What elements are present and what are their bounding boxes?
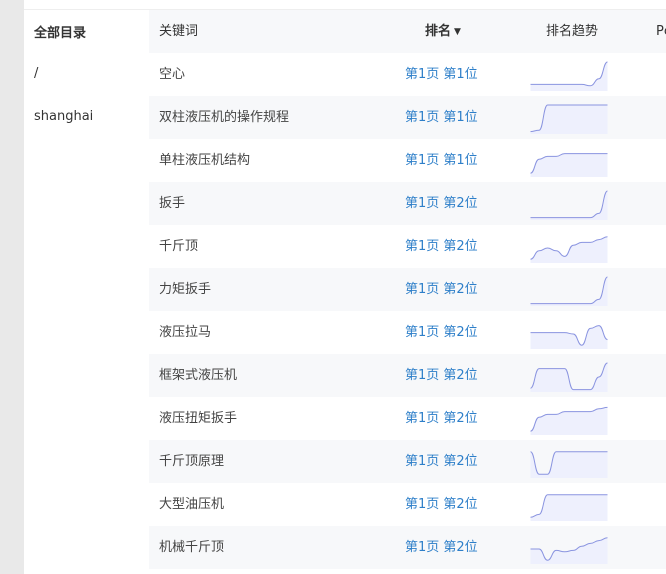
rank-link[interactable]: 第1页 第2位 [405, 526, 478, 569]
trend-area [530, 277, 608, 306]
sidebar-item-root[interactable]: / [34, 66, 38, 81]
header-rank-sort[interactable]: 排名 ▼ [425, 10, 461, 55]
trend-sparkline[interactable] [530, 404, 608, 435]
table-row: 框架式液压机 第1页 第2位 [149, 354, 666, 397]
keyword-cell: 机械千斤顶 [159, 540, 225, 555]
rank-link[interactable]: 第1页 第1位 [405, 139, 478, 182]
rank-link[interactable]: 第1页 第2位 [405, 311, 478, 354]
table-row: 力矩扳手 第1页 第2位 [149, 268, 666, 311]
trend-sparkline[interactable] [530, 275, 608, 306]
trend-sparkline[interactable] [530, 60, 608, 91]
keyword-cell: 液压拉马 [159, 325, 212, 340]
rank-link[interactable]: 第1页 第2位 [405, 397, 478, 440]
trend-sparkline[interactable] [530, 490, 608, 521]
keyword-cell: 千斤顶 [159, 239, 199, 254]
caret-down-icon[interactable]: ▼ [454, 27, 461, 37]
trend-area [530, 153, 608, 177]
trend-area [530, 325, 608, 349]
trend-area [530, 191, 608, 220]
header-trend: 排名趋势 [546, 24, 599, 39]
table-row: 千斤顶原理 第1页 第2位 [149, 440, 666, 483]
header-rank-label: 排名 [425, 24, 452, 39]
sidebar-item-shanghai[interactable]: shanghai [34, 109, 93, 124]
trend-line [530, 190, 608, 219]
rank-link[interactable]: 第1页 第1位 [405, 96, 478, 139]
left-gutter [0, 0, 24, 574]
rank-link[interactable]: 第1页 第2位 [405, 268, 478, 311]
keyword-cell: 框架式液压机 [159, 368, 238, 383]
trend-sparkline[interactable] [530, 447, 608, 478]
keyword-cell: 单柱液压机结构 [159, 153, 251, 168]
trend-line [530, 276, 608, 305]
table-row: 空心 第1页 第1位 [149, 53, 666, 96]
directory-sidebar: 全部目录 / shanghai [24, 10, 148, 574]
top-bar [24, 0, 666, 10]
rank-link[interactable]: 第1页 第2位 [405, 182, 478, 225]
table-row: 双柱液压机的操作规程 第1页 第1位 [149, 96, 666, 139]
trend-sparkline[interactable] [530, 189, 608, 220]
header-pc: Pc [656, 24, 666, 39]
table-row: 千斤顶 第1页 第2位 [149, 225, 666, 268]
trend-sparkline[interactable] [530, 318, 608, 349]
table-row: 液压扭矩扳手 第1页 第2位 [149, 397, 666, 440]
keyword-cell: 双柱液压机的操作规程 [159, 110, 290, 125]
header-keyword: 关键词 [159, 24, 199, 39]
table-row: 扳手 第1页 第2位 [149, 182, 666, 225]
sidebar-title[interactable]: 全部目录 [34, 22, 86, 41]
table-header: 关键词 排名▼ 排名趋势 Pc [149, 10, 666, 53]
rank-link[interactable]: 第1页 第2位 [405, 225, 478, 268]
table-row: 液压拉马 第1页 第2位 [149, 311, 666, 354]
trend-area [530, 62, 608, 91]
keyword-cell: 空心 [159, 67, 186, 82]
trend-sparkline[interactable] [530, 146, 608, 177]
rank-link[interactable]: 第1页 第1位 [405, 53, 478, 96]
rank-link[interactable]: 第1页 第2位 [405, 354, 478, 397]
table-row: 机械千斤顶 第1页 第2位 [149, 526, 666, 569]
keyword-cell: 大型油压机 [159, 497, 225, 512]
trend-sparkline[interactable] [530, 103, 608, 134]
table-row: 大型油压机 第1页 第2位 [149, 483, 666, 526]
keyword-cell: 力矩扳手 [159, 282, 212, 297]
keyword-cell: 液压扭矩扳手 [159, 411, 238, 426]
trend-area [530, 105, 608, 134]
trend-sparkline[interactable] [530, 533, 608, 564]
trend-sparkline[interactable] [530, 232, 608, 263]
keyword-cell: 扳手 [159, 196, 186, 211]
rank-link[interactable]: 第1页 第2位 [405, 440, 478, 483]
keyword-cell: 千斤顶原理 [159, 454, 225, 469]
rank-link[interactable]: 第1页 第2位 [405, 483, 478, 526]
trend-sparkline[interactable] [530, 361, 608, 392]
table-row: 单柱液压机结构 第1页 第1位 [149, 139, 666, 182]
